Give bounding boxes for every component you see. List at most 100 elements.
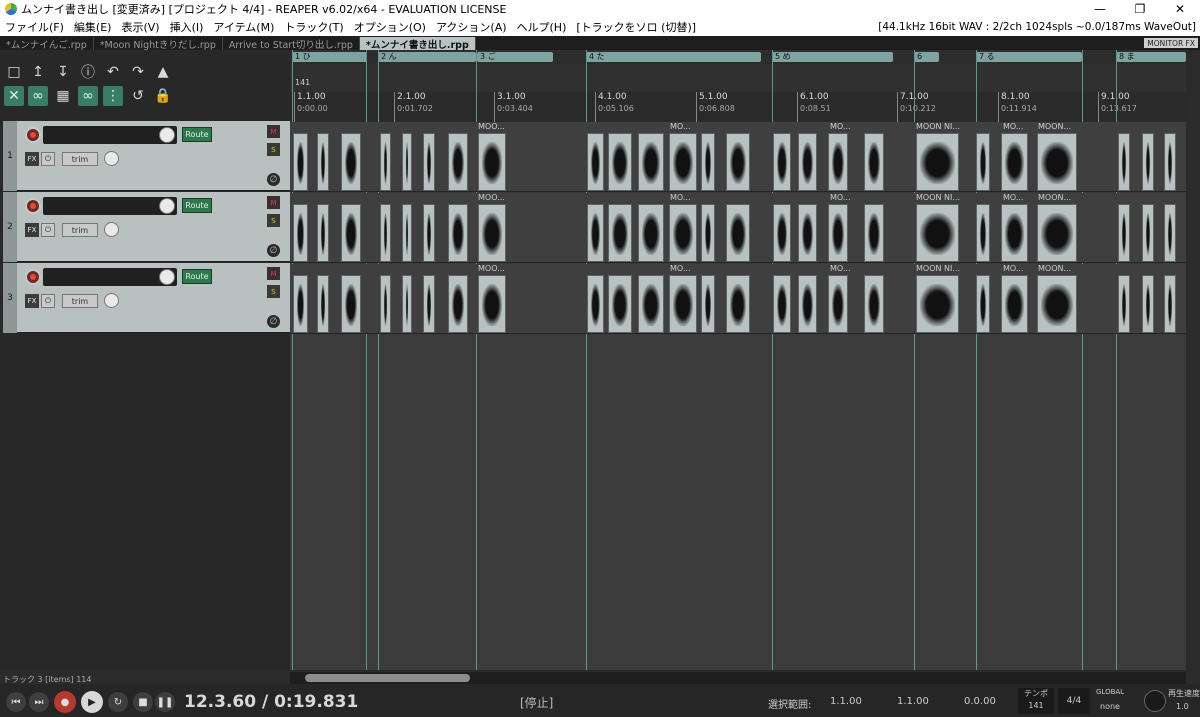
menu-help[interactable]: ヘルプ(H) [512, 19, 572, 35]
media-item[interactable] [293, 204, 308, 262]
media-item[interactable] [669, 204, 697, 262]
fx-button[interactable]: FX [25, 294, 39, 308]
media-item[interactable] [608, 204, 632, 262]
media-item[interactable] [828, 275, 848, 333]
media-item[interactable] [448, 204, 468, 262]
track-name-field[interactable] [43, 268, 177, 286]
media-item[interactable] [976, 204, 990, 262]
media-item[interactable] [864, 204, 884, 262]
media-item[interactable] [1001, 204, 1028, 262]
media-item[interactable] [380, 133, 391, 191]
media-item[interactable] [341, 275, 361, 333]
region-marker[interactable]: 2 ん [378, 52, 476, 62]
pause-icon[interactable]: ❚❚ [155, 692, 175, 712]
track-panel[interactable]: 1 Route FX ⏻ trim M S ∅ [3, 121, 290, 191]
phase-invert-icon[interactable]: ∅ [267, 315, 280, 328]
mute-button[interactable]: M [267, 125, 280, 138]
media-item[interactable] [448, 133, 468, 191]
media-item[interactable] [402, 133, 412, 191]
media-item[interactable] [1142, 275, 1154, 333]
media-item[interactable] [402, 275, 412, 333]
media-item[interactable] [864, 133, 884, 191]
media-item[interactable] [726, 275, 750, 333]
region-marker[interactable]: 3 ご [477, 52, 553, 62]
metronome-icon[interactable]: ▲ [153, 62, 173, 82]
media-item[interactable] [423, 275, 435, 333]
link-icon[interactable]: ∞ [28, 86, 48, 106]
media-item[interactable] [773, 275, 791, 333]
media-item[interactable] [448, 275, 468, 333]
stop-icon[interactable]: ■ [133, 692, 153, 712]
download-icon[interactable]: ↧ [53, 62, 73, 82]
media-item[interactable] [638, 275, 664, 333]
phase-invert-icon[interactable]: ∅ [267, 173, 280, 186]
tempo-display[interactable]: テンポ 141 [1018, 688, 1054, 714]
region-marker[interactable]: 7 る [976, 52, 1082, 62]
media-item[interactable] [798, 133, 817, 191]
region-marker[interactable]: 4 た [586, 52, 761, 62]
media-item[interactable] [478, 204, 506, 262]
arrange-view[interactable]: 1 ひ 2 ん 3 ご 4 た 5 め 6 7 る 8 ま 141 1.1.00… [290, 50, 1186, 670]
region-marker[interactable]: 1 ひ [292, 52, 367, 62]
selection-length[interactable]: 0.0.00 [964, 696, 996, 707]
go-to-start-icon[interactable]: ⏮ [6, 692, 26, 712]
media-item[interactable] [423, 204, 435, 262]
phase-invert-icon[interactable]: ∅ [267, 244, 280, 257]
selection-end[interactable]: 1.1.00 [897, 696, 929, 707]
time-signature[interactable]: 4/4 [1058, 688, 1090, 714]
media-item[interactable] [916, 275, 959, 333]
media-item[interactable] [423, 133, 435, 191]
mute-button[interactable]: M [267, 267, 280, 280]
global-automation-dropdown[interactable]: none [1100, 702, 1120, 711]
undo-icon[interactable]: ↶ [103, 62, 123, 82]
media-item[interactable] [1037, 204, 1077, 262]
ripple-edit-icon[interactable]: ✕ [4, 86, 24, 106]
record-arm-button[interactable] [25, 269, 41, 285]
media-item[interactable] [293, 275, 308, 333]
route-button[interactable]: Route [182, 198, 212, 213]
volume-knob[interactable] [159, 269, 175, 285]
menu-options[interactable]: オプション(O) [349, 19, 431, 35]
region-marker[interactable]: 5 め [772, 52, 893, 62]
media-item[interactable] [608, 275, 632, 333]
media-item[interactable] [478, 275, 506, 333]
media-item[interactable] [317, 204, 329, 262]
media-item[interactable] [773, 133, 791, 191]
media-item[interactable] [341, 204, 361, 262]
restore-button[interactable]: ❐ [1120, 0, 1160, 18]
item-grouping-icon[interactable]: ∞ [78, 86, 98, 106]
solo-button[interactable]: S [267, 143, 280, 156]
project-tab[interactable]: *ムンナイんご.rpp [0, 37, 94, 51]
media-item[interactable] [726, 133, 750, 191]
media-item[interactable] [864, 275, 884, 333]
region-marker[interactable]: 8 ま [1116, 52, 1186, 62]
fx-bypass-icon[interactable]: ⏻ [41, 152, 55, 166]
pan-knob[interactable] [104, 293, 119, 308]
media-item[interactable] [1001, 133, 1028, 191]
media-item[interactable] [916, 133, 959, 191]
fx-bypass-icon[interactable]: ⏻ [41, 294, 55, 308]
media-item[interactable] [976, 133, 990, 191]
media-item[interactable] [1142, 133, 1154, 191]
project-tab-active[interactable]: *ムンナイ書き出し.rpp [359, 37, 476, 51]
volume-knob[interactable] [159, 198, 175, 214]
media-item[interactable] [701, 204, 715, 262]
scroll-thumb[interactable] [305, 674, 470, 682]
fx-bypass-icon[interactable]: ⏻ [41, 223, 55, 237]
media-item[interactable] [798, 275, 817, 333]
menu-view[interactable]: 表示(V) [116, 19, 164, 35]
menu-actions[interactable]: アクション(A) [431, 19, 512, 35]
track-panel[interactable]: 2 Route FX ⏻ trim M S ∅ [3, 192, 290, 262]
save-upload-icon[interactable]: ↥ [28, 62, 48, 82]
media-item[interactable] [669, 133, 697, 191]
redo-icon[interactable]: ↷ [128, 62, 148, 82]
timeline-ruler[interactable]: 1.1.00 0:00.00 2.1.00 0:01.702 3.1.00 0:03.… [290, 92, 1186, 122]
horizontal-scrollbar[interactable] [290, 672, 1186, 684]
media-item[interactable] [587, 275, 604, 333]
media-item[interactable] [293, 133, 308, 191]
track-lane[interactable]: MOO... MO... MO... MOON NI... MO... MOON... [290, 122, 1186, 192]
solo-button[interactable]: S [267, 214, 280, 227]
fx-button[interactable]: FX [25, 223, 39, 237]
selection-start[interactable]: 1.1.00 [830, 696, 862, 707]
automation-trim-button[interactable]: trim [62, 223, 98, 237]
